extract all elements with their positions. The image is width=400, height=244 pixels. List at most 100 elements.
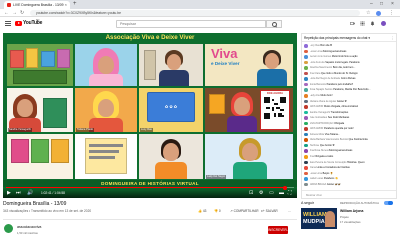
chat-options-icon[interactable]: ⋮ bbox=[391, 34, 394, 42]
chat-message-text: Lady Arte Muito bom! bbox=[310, 94, 396, 97]
participant-face bbox=[98, 56, 114, 74]
chat-message-text: Isabel Lucas Parabéns 👏 bbox=[310, 177, 396, 180]
up-next-title[interactable]: William Arjona bbox=[340, 209, 363, 213]
participant-tile bbox=[75, 134, 137, 179]
bookshelf bbox=[13, 70, 67, 84]
chat-message-text: MAIS AMOR Muito obrigada, ótima iniciati… bbox=[310, 105, 396, 108]
chat-avatar bbox=[304, 166, 308, 170]
up-next-thumbnail[interactable]: WILLIAM MUDPIA bbox=[301, 208, 337, 229]
progress-bar[interactable] bbox=[6, 185, 294, 190]
chat-author: MAIS AMOR bbox=[309, 127, 324, 131]
donate-label: DOE AGORA bbox=[267, 92, 283, 95]
channel-avatar[interactable] bbox=[4, 224, 13, 233]
chat-text: Linda a Contadora de histórias bbox=[316, 166, 350, 170]
youtube-logo-icon[interactable] bbox=[15, 21, 22, 26]
participant-body bbox=[89, 74, 123, 86]
browser-tabbar: LIVE Dominguera Brasília - 13/09 × + – □… bbox=[0, 0, 400, 9]
chat-message-text: Maria Barbara Vasconcelos Benicio Que hi… bbox=[310, 138, 396, 141]
up-next-channel: Projeto bbox=[340, 215, 349, 219]
scrubber-handle[interactable] bbox=[283, 185, 288, 190]
back-icon[interactable]: ← bbox=[4, 9, 9, 17]
chat-author: Diana bbox=[309, 166, 316, 170]
chat-message-text: Josefina Nascimento Bom dia, tudo bem... bbox=[310, 66, 396, 69]
share-button[interactable]: ↗ COMPARTILHAR bbox=[230, 209, 259, 213]
participant-tile bbox=[139, 134, 203, 179]
chat-text: Obrigada a todos bbox=[314, 155, 334, 158]
fullscreen-icon[interactable]: ⛶ bbox=[288, 190, 292, 196]
save-button[interactable]: ≡+ SALVAR bbox=[261, 209, 278, 213]
participant-face bbox=[17, 99, 33, 117]
chat-author: Sandra Yamaguchi bbox=[309, 110, 331, 114]
close-tab-icon[interactable]: × bbox=[65, 1, 67, 9]
chat-author: Tia Rose bbox=[309, 143, 320, 147]
donation-qr-panel[interactable]: DOE AGORA bbox=[260, 90, 290, 130]
autoplay-toggle[interactable] bbox=[384, 200, 393, 205]
minimize-icon[interactable]: – bbox=[370, 0, 373, 9]
chat-message-text: Rebeca Mota Viva Tatiana... bbox=[310, 133, 396, 136]
chat-message-text: Kate Guimarães Seu lindo Maritacas bbox=[310, 116, 396, 119]
subscribe-button[interactable]: INSCREVER-SE bbox=[268, 226, 288, 240]
participant-tile: Tatiana Prado bbox=[75, 88, 137, 132]
book-cover bbox=[51, 139, 69, 163]
chat-toggle-button[interactable]: Mostrar chat bbox=[302, 190, 396, 198]
poster-subtitle: e Deixe Viver bbox=[211, 61, 240, 66]
create-video-icon[interactable] bbox=[350, 21, 355, 26]
chat-avatar bbox=[304, 121, 308, 126]
chat-message-text: Tia Rose Que bonito ❤ bbox=[310, 144, 396, 147]
participant-tile bbox=[7, 134, 73, 179]
volume-icon[interactable]: 🔊 bbox=[27, 190, 33, 196]
captions-icon[interactable]: ⊡ bbox=[249, 190, 253, 196]
new-tab-button[interactable]: + bbox=[73, 0, 77, 9]
maximize-icon[interactable]: □ bbox=[380, 0, 383, 9]
chat-avatar bbox=[304, 182, 308, 187]
book-label: ✿ ✿ ✿ bbox=[164, 104, 178, 109]
like-button[interactable]: 👍 43 bbox=[198, 209, 206, 213]
participant-name: Lucy Ras bbox=[140, 128, 153, 132]
theater-mode-icon[interactable]: ▬ bbox=[279, 190, 284, 196]
chat-message-text: Lúcia Ferreira Sapatos muito legais. Par… bbox=[310, 61, 396, 64]
forward-icon[interactable]: → bbox=[12, 9, 17, 17]
chat-author: Rebeca Mota bbox=[309, 132, 325, 136]
tab-title: LIVE Dominguera Brasília - 13/09 bbox=[13, 3, 64, 7]
account-avatar[interactable] bbox=[381, 21, 386, 26]
close-window-icon[interactable]: × bbox=[391, 0, 394, 9]
star-icon[interactable]: ☆ bbox=[366, 9, 370, 17]
profile-icon[interactable] bbox=[376, 10, 381, 16]
chat-author: Mariana Viana de Aguiar bbox=[309, 99, 337, 103]
youtube-favicon-icon bbox=[7, 3, 11, 7]
chat-message-text: Diana Linda a Contadora de histórias bbox=[310, 166, 396, 169]
chat-avatar bbox=[304, 149, 308, 154]
participant-body bbox=[233, 162, 267, 179]
search-input[interactable]: Pesquisar bbox=[116, 20, 266, 28]
next-icon[interactable]: ⏭ bbox=[16, 190, 21, 196]
participant-body bbox=[227, 116, 257, 132]
book-cover bbox=[209, 94, 225, 114]
reload-icon[interactable]: ↻ bbox=[20, 9, 24, 17]
miniplayer-icon[interactable]: ▭ bbox=[269, 190, 274, 196]
settings-gear-icon[interactable]: ⚙ bbox=[259, 190, 263, 196]
participant-name: Sandra Yamaguchi bbox=[8, 128, 32, 132]
chat-header[interactable]: Repetição das principais mensagens do ch… bbox=[302, 34, 396, 42]
dislike-button[interactable]: 👎 0 bbox=[214, 209, 221, 213]
chat-author: Rosa Tapajós Santos bbox=[309, 88, 333, 92]
channel-name[interactable]: associacaoviva bbox=[17, 225, 41, 229]
participant-body bbox=[155, 162, 187, 179]
notifications-bell-icon[interactable] bbox=[370, 21, 375, 26]
play-icon[interactable]: ▶ bbox=[7, 190, 11, 196]
browser-menu-icon[interactable]: ⋮ bbox=[389, 9, 394, 17]
menu-icon[interactable] bbox=[5, 21, 11, 26]
url-field[interactable]: youtube.com/watch?v=3C0Z9XBy5Kh&feature=… bbox=[30, 10, 360, 16]
chat-mode-dropdown[interactable]: Repetição das principais mensagens do ch… bbox=[304, 36, 370, 40]
apps-icon[interactable] bbox=[360, 21, 365, 26]
country-code: BR bbox=[36, 19, 40, 22]
book-cover bbox=[10, 50, 24, 68]
video-player[interactable]: Associação Viva e Deixe Viver Viva e Dei… bbox=[3, 33, 297, 198]
chat-avatar bbox=[304, 105, 308, 109]
search-button[interactable] bbox=[266, 20, 282, 28]
chat-text: Beijos 🌻 bbox=[322, 171, 334, 175]
browser-tab[interactable]: LIVE Dominguera Brasília - 13/09 × bbox=[4, 1, 70, 9]
chat-text: #domingueirasvirtuais bbox=[328, 149, 353, 153]
more-actions-button[interactable]: ... bbox=[288, 209, 291, 213]
chat-message-text: Ana Rosa Nunes #domingueirasvirtuais bbox=[310, 149, 396, 152]
chat-text: Obrigada bbox=[334, 121, 345, 125]
